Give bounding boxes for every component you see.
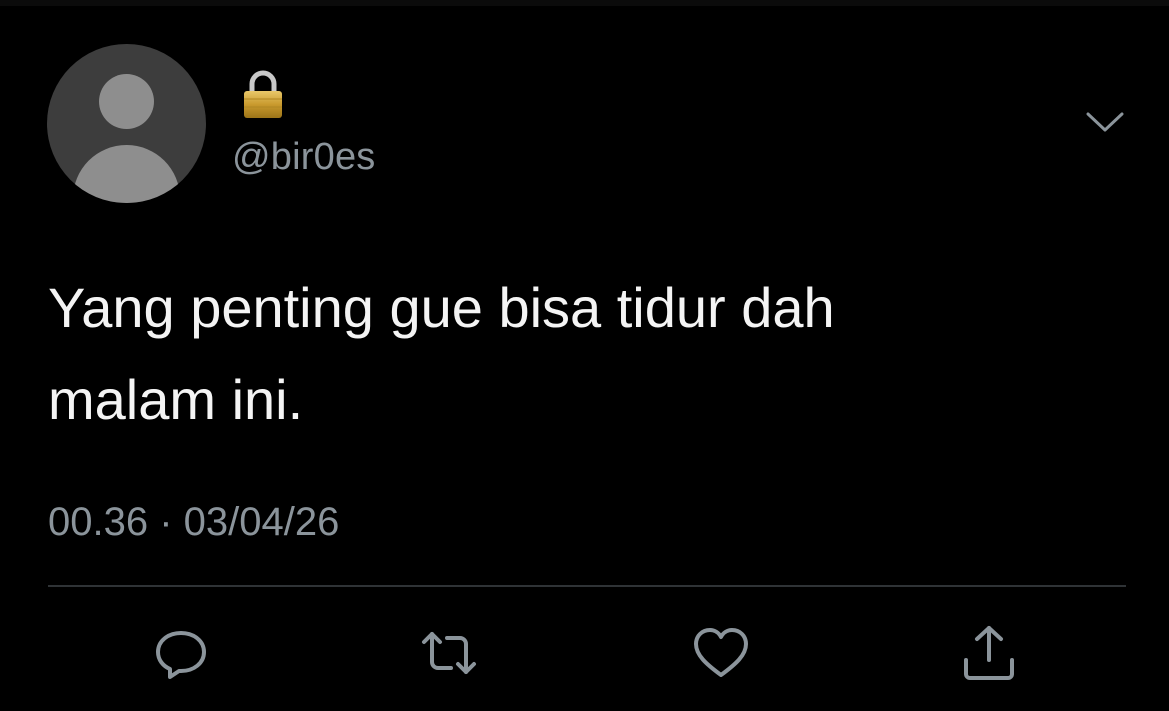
avatar[interactable] [47,44,206,203]
reply-button[interactable] [150,622,212,684]
tweet-text-line-1: Yang penting gue bisa tidur dah [48,276,835,339]
top-divider [0,0,1169,6]
share-button[interactable] [958,622,1020,684]
retweet-button[interactable] [418,622,480,684]
tweet-text: Yang penting gue bisa tidur dah malam in… [48,262,1108,446]
avatar-body-shape [73,145,180,203]
tweet-timestamp[interactable]: 00.36 · 03/04/26 [48,500,339,545]
actions-divider [48,585,1126,587]
tweet-text-line-2: malam ini. [48,368,304,431]
avatar-head-shape [99,74,154,129]
heart-icon [694,628,748,677]
reply-icon [156,631,206,679]
user-handle[interactable]: @bir0es [232,136,375,179]
chevron-down-icon[interactable] [1084,108,1126,136]
retweet-icon [422,632,476,674]
tweet-card: @bir0es Yang penting gue bisa tidur dah … [0,0,1169,711]
lock-icon [240,70,286,120]
like-button[interactable] [690,622,752,684]
share-icon [964,626,1014,680]
